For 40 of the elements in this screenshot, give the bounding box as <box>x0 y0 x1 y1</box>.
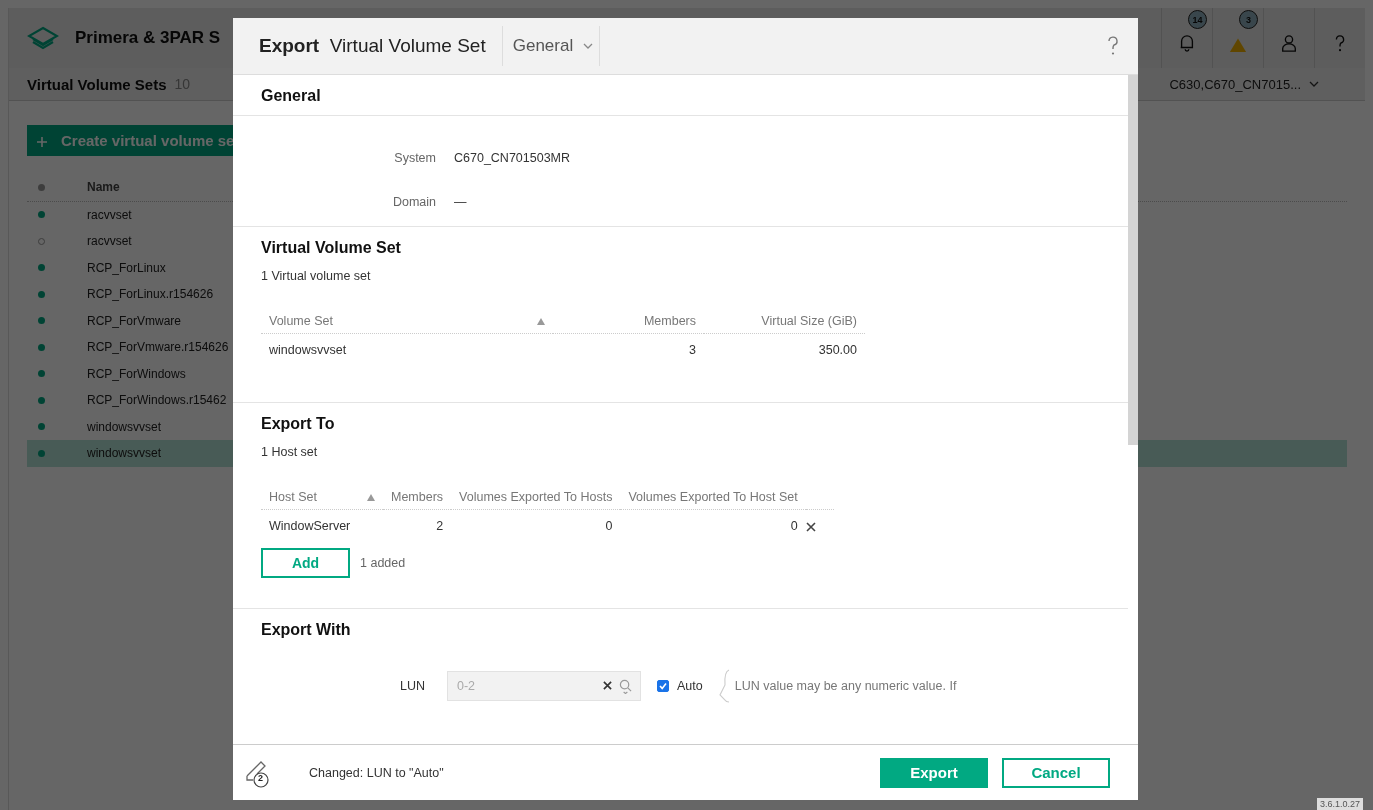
table-cell: 3 <box>689 343 696 357</box>
change-message: Changed: LUN to "Auto" <box>309 765 444 780</box>
section-heading: Virtual Volume Set <box>261 238 402 257</box>
field-value: C670_CN701503MR <box>454 151 571 165</box>
count-badge: 3 <box>1239 10 1258 29</box>
page-title: Virtual Volume Sets <box>27 75 167 93</box>
volume-set-name: racvvset <box>87 234 132 249</box>
field-label: Domain <box>391 195 436 209</box>
section-heading: General <box>233 75 1128 116</box>
volume-set-name: RCP_ForWindows.r15462 <box>87 393 227 408</box>
volume-set-name: RCP_ForVmware.r154626 <box>87 340 229 355</box>
field-value: — <box>454 195 467 209</box>
section-heading: Export With <box>261 620 352 639</box>
field-label: LUN <box>399 679 425 693</box>
table-cell: 350.00 <box>818 343 857 357</box>
table-cell: 0 <box>605 519 613 533</box>
table-cell: 0 <box>790 519 798 533</box>
field-label: System <box>393 151 436 165</box>
volume-set-name: racvvset <box>87 207 132 222</box>
volume-set-name: windowsvvset <box>87 419 162 434</box>
column-header: Name <box>87 180 120 195</box>
checkbox-label: Auto <box>677 679 703 693</box>
count-badge: 14 <box>1188 10 1207 29</box>
volume-set-name: windowsvvset <box>87 446 162 461</box>
version-label: 3.6.1.0.27 <box>1316 798 1363 810</box>
summary-text: 1 Virtual volume set <box>261 269 372 283</box>
volume-set-name: RCP_ForLinux <box>87 260 166 275</box>
volume-set-name: RCP_ForVmware <box>87 313 182 328</box>
changes-count: 2 <box>258 772 263 783</box>
table-cell: 2 <box>436 519 444 533</box>
table-cell: windowsvvset <box>269 343 347 357</box>
volume-set-name: RCP_ForWindows <box>87 366 186 381</box>
summary-text: 1 Host set <box>261 445 319 459</box>
hint-text: LUN value may be any numeric value. If <box>734 679 957 693</box>
table-cell: WindowServer <box>269 519 351 533</box>
volume-set-name: RCP_ForLinux.r154626 <box>87 287 214 302</box>
added-note: 1 added <box>360 556 406 570</box>
dialog-title: Export Virtual Volume Set <box>259 35 486 57</box>
app-title: Primera & 3PAR S <box>75 28 221 48</box>
section-heading: Export To <box>261 414 336 433</box>
